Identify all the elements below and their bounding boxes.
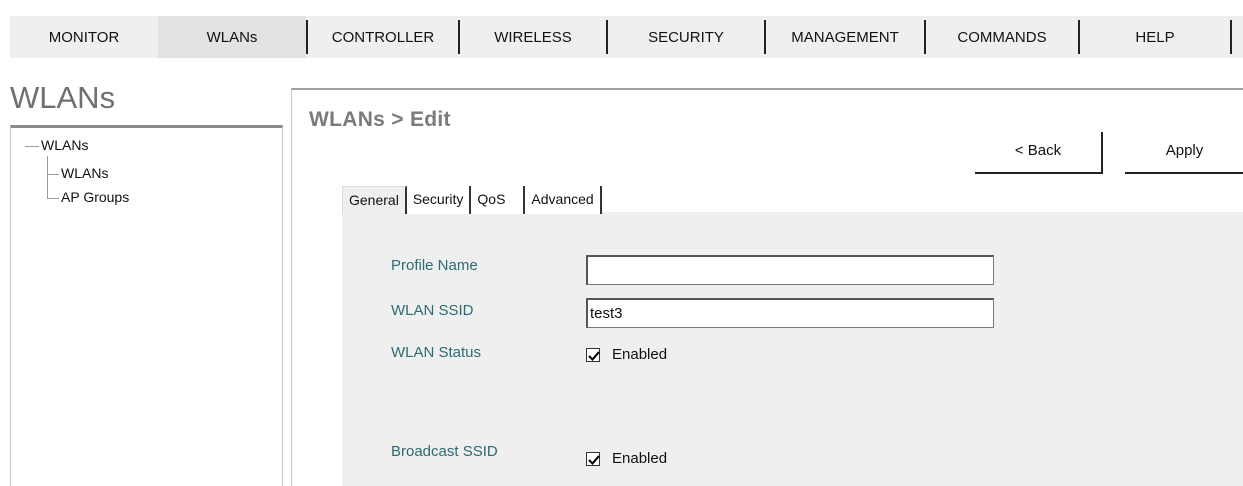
wlan-status-label: WLAN Status [391,344,482,361]
checkmark-icon [588,351,600,361]
page: MONITOR WLANs CONTROLLER WIRELESS SECURI… [0,0,1243,486]
tab-security[interactable]: Security [406,186,472,214]
menu-management[interactable]: MANAGEMENT [766,16,924,58]
broadcast-ssid-option: Enabled [612,450,668,467]
wlan-status-option: Enabled [612,346,668,363]
menu-divider [1230,20,1232,54]
menu-commands[interactable]: COMMANDS [926,16,1078,58]
profile-name-input[interactable] [586,255,994,285]
tree-root-wlans[interactable]: WLANs [41,137,88,153]
menu-security[interactable]: SECURITY [608,16,764,58]
broadcast-ssid-label: Broadcast SSID [391,443,498,460]
menu-controller[interactable]: CONTROLLER [308,16,458,58]
wlan-status-checkbox[interactable] [586,348,600,362]
tab-advanced[interactable]: Advanced [525,186,602,214]
tree-connector [47,198,59,199]
tab-qos[interactable]: QoS [471,186,526,214]
navigation-tree: WLANs WLANs AP Groups [10,125,283,486]
menu-help[interactable]: HELP [1080,16,1230,58]
tree-connector [47,156,48,198]
checkmark-icon [588,455,600,465]
main-content: WLANs > Edit < Back Apply General Securi… [291,88,1243,486]
tab-general[interactable]: General [342,186,407,214]
tree-connector [25,146,39,147]
edit-title: WLANs > Edit [309,108,451,131]
top-menu-bar: MONITOR WLANs CONTROLLER WIRELESS SECURI… [10,16,1243,58]
tree-connector [47,174,59,175]
tab-strip: General Security QoS Advanced [342,186,602,214]
back-button[interactable]: < Back [975,132,1103,174]
wlan-ssid-input[interactable] [586,298,994,328]
profile-name-label: Profile Name [391,257,478,274]
apply-button[interactable]: Apply [1125,132,1243,174]
page-title: WLANs [10,80,116,115]
menu-wireless[interactable]: WIRELESS [460,16,606,58]
tree-item-wlans[interactable]: WLANs [61,165,108,181]
wlan-ssid-label: WLAN SSID [391,302,474,319]
broadcast-ssid-checkbox[interactable] [586,452,600,466]
menu-monitor[interactable]: MONITOR [10,16,158,58]
tree-item-ap-groups[interactable]: AP Groups [61,189,129,205]
menu-wlans[interactable]: WLANs [158,16,306,58]
